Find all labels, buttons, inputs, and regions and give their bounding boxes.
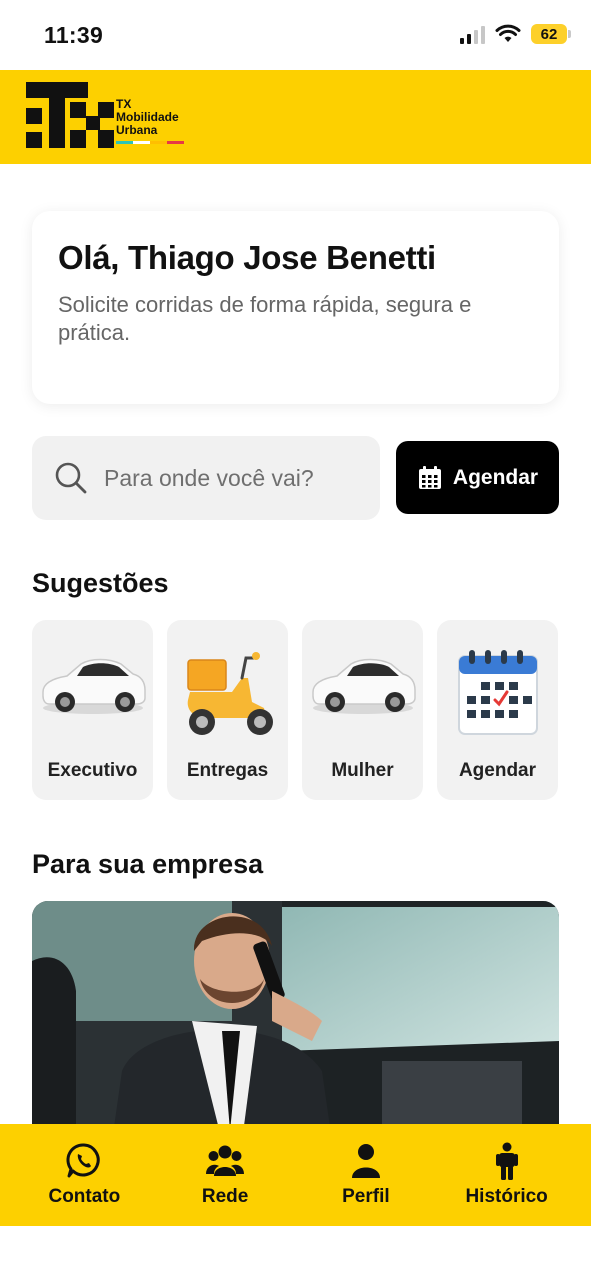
suggestion-entregas[interactable]: Entregas (167, 620, 288, 800)
nav-perfil[interactable]: Perfil (306, 1142, 426, 1208)
calendar-icon (457, 650, 538, 735)
battery-level: 62 (540, 25, 558, 43)
logo-text: TX Mobilidade Urbana (116, 98, 184, 144)
app-header: TX Mobilidade Urbana (0, 70, 591, 164)
destination-search-input[interactable]: Para onde você vai? (32, 436, 380, 520)
person-icon (351, 1144, 380, 1178)
cellular-signal-icon (460, 24, 485, 44)
greeting-subtitle: Solicite corridas de forma rápida, segur… (58, 292, 472, 345)
suggestions-list: Executivo Entregas Mulher Agendar (32, 620, 559, 800)
greeting-card: Olá, Thiago Jose Benetti Solicite corrid… (32, 211, 559, 404)
suggestion-label: Entregas (186, 760, 269, 781)
group-icon (206, 1145, 245, 1176)
nav-label: Rede (201, 1186, 249, 1207)
suggestions-title: Sugestões (32, 568, 169, 598)
calendar-icon (418, 465, 441, 489)
app-logo: TX Mobilidade Urbana (26, 82, 184, 148)
nav-label: Contato (48, 1186, 121, 1207)
wifi-icon (495, 24, 521, 42)
nav-historico[interactable]: Histórico (447, 1142, 567, 1208)
nav-label: Histórico (465, 1186, 548, 1207)
businessman-in-car-image (32, 901, 559, 1141)
search-icon (55, 462, 87, 494)
schedule-button[interactable]: Agendar (396, 441, 559, 514)
suggestion-label: Executivo (47, 760, 138, 781)
greeting-title: Olá, Thiago Jose Benetti (58, 239, 436, 276)
tx-logo-icon (26, 82, 114, 148)
business-title: Para sua empresa (32, 849, 264, 879)
logo-line-3: Urbana (116, 123, 158, 137)
bottom-nav: Contato Rede Perfil Histórico (0, 1124, 591, 1226)
business-photo[interactable] (32, 901, 559, 1141)
suggestion-agendar[interactable]: Agendar (437, 620, 558, 800)
standing-person-icon (495, 1142, 518, 1180)
logo-stripes (116, 141, 184, 144)
nav-label: Perfil (342, 1186, 390, 1207)
schedule-button-label: Agendar (452, 465, 539, 489)
status-bar: 11:39 62 (0, 0, 591, 70)
white-car-icon (311, 658, 416, 714)
delivery-scooter-icon (186, 652, 273, 735)
battery-icon: 62 (531, 24, 571, 44)
status-icons: 62 (460, 24, 571, 44)
nav-rede[interactable]: Rede (165, 1142, 285, 1208)
whatsapp-icon (66, 1143, 101, 1178)
search-placeholder: Para onde você vai? (104, 464, 314, 491)
suggestion-executivo[interactable]: Executivo (32, 620, 153, 800)
suggestion-label: Agendar (458, 760, 537, 781)
suggestion-mulher[interactable]: Mulher (302, 620, 423, 800)
nav-contato[interactable]: Contato (24, 1142, 144, 1208)
suggestion-label: Mulher (331, 760, 394, 781)
status-time: 11:39 (44, 22, 104, 48)
white-car-icon (41, 658, 146, 714)
